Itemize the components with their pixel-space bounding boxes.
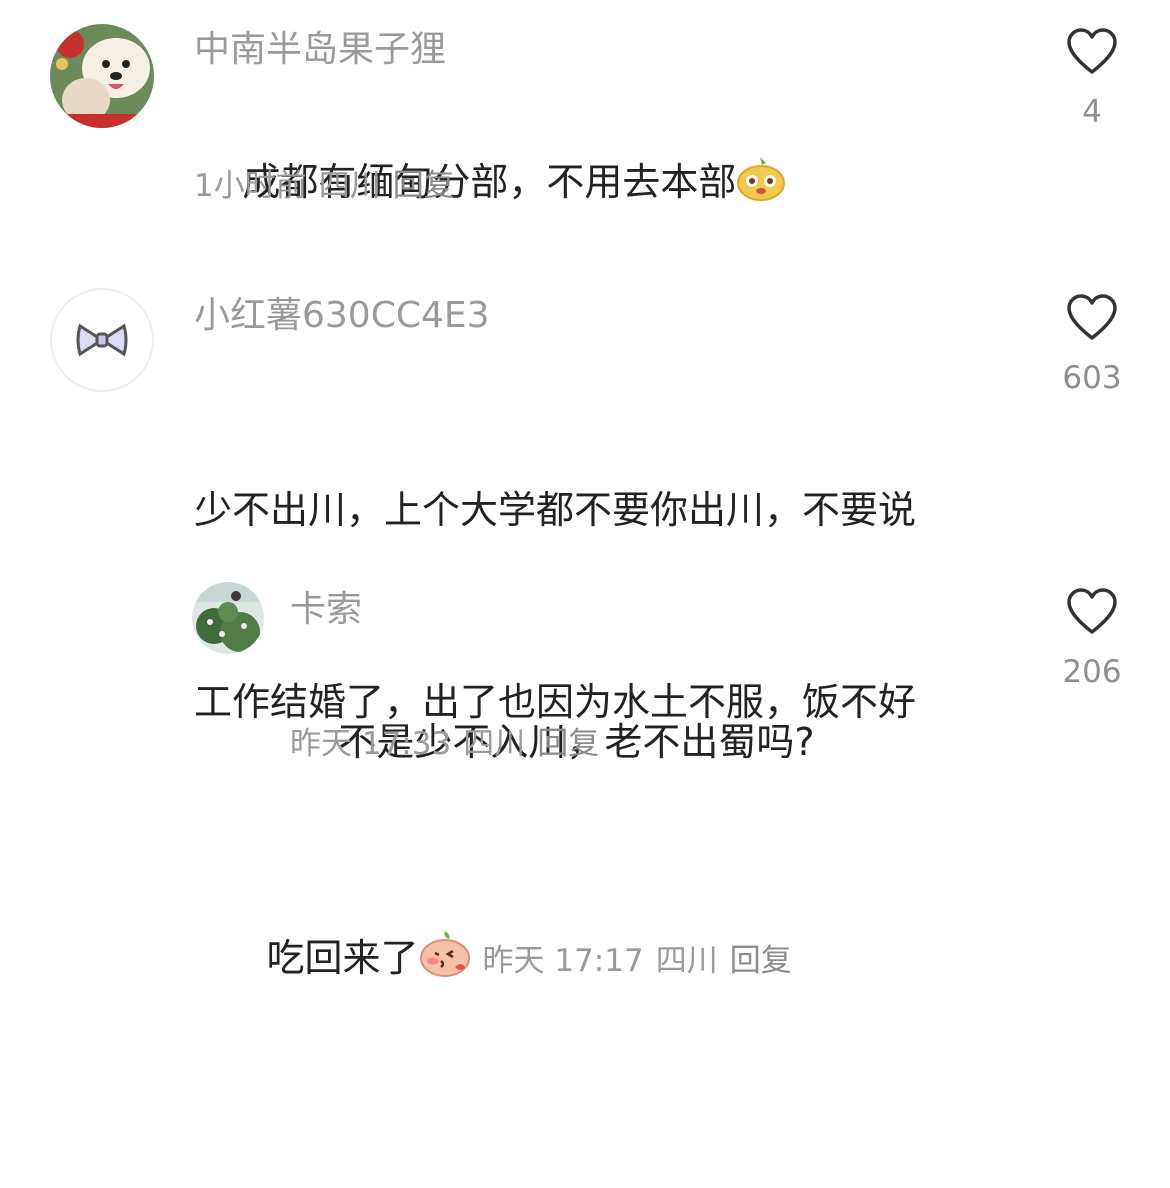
garden-avatar-icon <box>192 582 264 654</box>
timestamp: 昨天 17:17 <box>482 943 644 979</box>
heart-icon[interactable] <box>1066 588 1118 636</box>
comment-meta: 昨天 17:33 四川 回复 <box>290 724 599 764</box>
comment-text-line: 吃回来了 <box>266 936 419 980</box>
location: 四川 <box>463 726 526 762</box>
comment-text-line-with-meta: 吃回来了 昨天 17:17 四川 回复 <box>194 862 1014 1060</box>
username[interactable]: 卡索 <box>290 590 362 630</box>
reply-button[interactable]: 回复 <box>537 726 599 762</box>
reply-comment: 卡索 不是少不入川，老不出蜀吗? 昨天 17:33 四川 回复 206 <box>0 0 1170 796</box>
timestamp: 昨天 17:33 <box>290 726 452 762</box>
like-count: 206 <box>1062 654 1122 690</box>
location: 四川 <box>655 943 718 979</box>
blushing-peach-emoji-icon <box>419 929 471 996</box>
like-column: 206 <box>1044 588 1140 692</box>
reply-button[interactable]: 回复 <box>730 943 792 979</box>
avatar[interactable] <box>192 582 264 654</box>
